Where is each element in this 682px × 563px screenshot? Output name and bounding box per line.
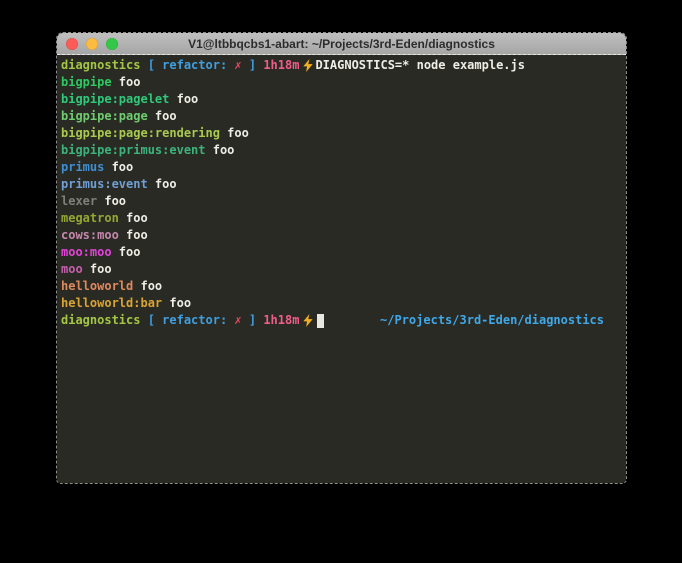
close-button[interactable] (66, 38, 78, 50)
lightning-icon (299, 59, 315, 72)
log-line: primus foo (61, 159, 626, 176)
log-line: helloworld foo (61, 278, 626, 295)
debug-namespace: primus (61, 159, 104, 176)
log-line: lexer foo (61, 193, 626, 210)
prompt-branch: [ refactor: (140, 312, 234, 329)
debug-namespace: helloworld:bar (61, 295, 162, 312)
log-message: foo (97, 193, 126, 210)
terminal-body[interactable]: diagnostics [ refactor: ✗ ] 1h18m DIAGNOS… (57, 55, 626, 483)
debug-namespace: moo (61, 261, 83, 278)
log-message: foo (133, 278, 162, 295)
log-line: primus:event foo (61, 176, 626, 193)
debug-namespace: bigpipe (61, 74, 112, 91)
log-message: foo (119, 210, 148, 227)
dirty-indicator: ✗ (234, 57, 241, 74)
zoom-button[interactable] (106, 38, 118, 50)
right-prompt-path: ~/Projects/3rd-Eden/diagnostics (380, 312, 626, 329)
log-line: moo:moo foo (61, 244, 626, 261)
log-message: foo (104, 159, 133, 176)
dirty-indicator: ✗ (234, 312, 241, 329)
debug-namespace: megatron (61, 210, 119, 227)
log-message: foo (119, 227, 148, 244)
log-line: cows:moo foo (61, 227, 626, 244)
terminal-window: V1@ltbbqcbs1-abart: ~/Projects/3rd-Eden/… (57, 33, 626, 483)
debug-namespace: primus:event (61, 176, 148, 193)
debug-namespace: bigpipe:pagelet (61, 91, 169, 108)
log-line: bigpipe:page:rendering foo (61, 125, 626, 142)
debug-namespace: bigpipe:page:rendering (61, 125, 220, 142)
command-text: DIAGNOSTICS=* node example.js (315, 57, 525, 74)
log-message: foo (220, 125, 249, 142)
debug-namespace: bigpipe:primus:event (61, 142, 206, 159)
debug-namespace: lexer (61, 193, 97, 210)
log-line: bigpipe:page foo (61, 108, 626, 125)
log-message: foo (112, 244, 141, 261)
elapsed-time: 1h18m (263, 57, 299, 74)
log-message: foo (148, 176, 177, 193)
log-line: bigpipe:primus:event foo (61, 142, 626, 159)
log-message: foo (169, 91, 198, 108)
prompt-line: diagnostics [ refactor: ✗ ] 1h18m DIAGNOS… (61, 57, 626, 74)
prompt-branch-close: ] (242, 57, 264, 74)
prompt-branch: [ refactor: (140, 57, 234, 74)
prompt-project: diagnostics (61, 57, 140, 74)
log-message: foo (162, 295, 191, 312)
window-title: V1@ltbbqcbs1-abart: ~/Projects/3rd-Eden/… (57, 37, 626, 51)
log-line: moo foo (61, 261, 626, 278)
log-message: foo (206, 142, 235, 159)
elapsed-time: 1h18m (263, 312, 299, 329)
debug-namespace: bigpipe:page (61, 108, 148, 125)
log-line: megatron foo (61, 210, 626, 227)
window-titlebar[interactable]: V1@ltbbqcbs1-abart: ~/Projects/3rd-Eden/… (57, 33, 626, 55)
lightning-icon (299, 314, 315, 327)
prompt-project: diagnostics (61, 312, 140, 329)
log-line: bigpipe foo (61, 74, 626, 91)
terminal-cursor (317, 314, 324, 328)
minimize-button[interactable] (86, 38, 98, 50)
log-line: helloworld:bar foo (61, 295, 626, 312)
debug-namespace: helloworld (61, 278, 133, 295)
log-message: foo (148, 108, 177, 125)
log-message: foo (112, 74, 141, 91)
log-message: foo (83, 261, 112, 278)
window-controls (66, 33, 118, 54)
debug-namespace: cows:moo (61, 227, 119, 244)
log-line: bigpipe:pagelet foo (61, 91, 626, 108)
prompt-line: diagnostics [ refactor: ✗ ] 1h18m ~/Proje… (61, 312, 626, 329)
debug-namespace: moo:moo (61, 244, 112, 261)
prompt-branch-close: ] (242, 312, 264, 329)
